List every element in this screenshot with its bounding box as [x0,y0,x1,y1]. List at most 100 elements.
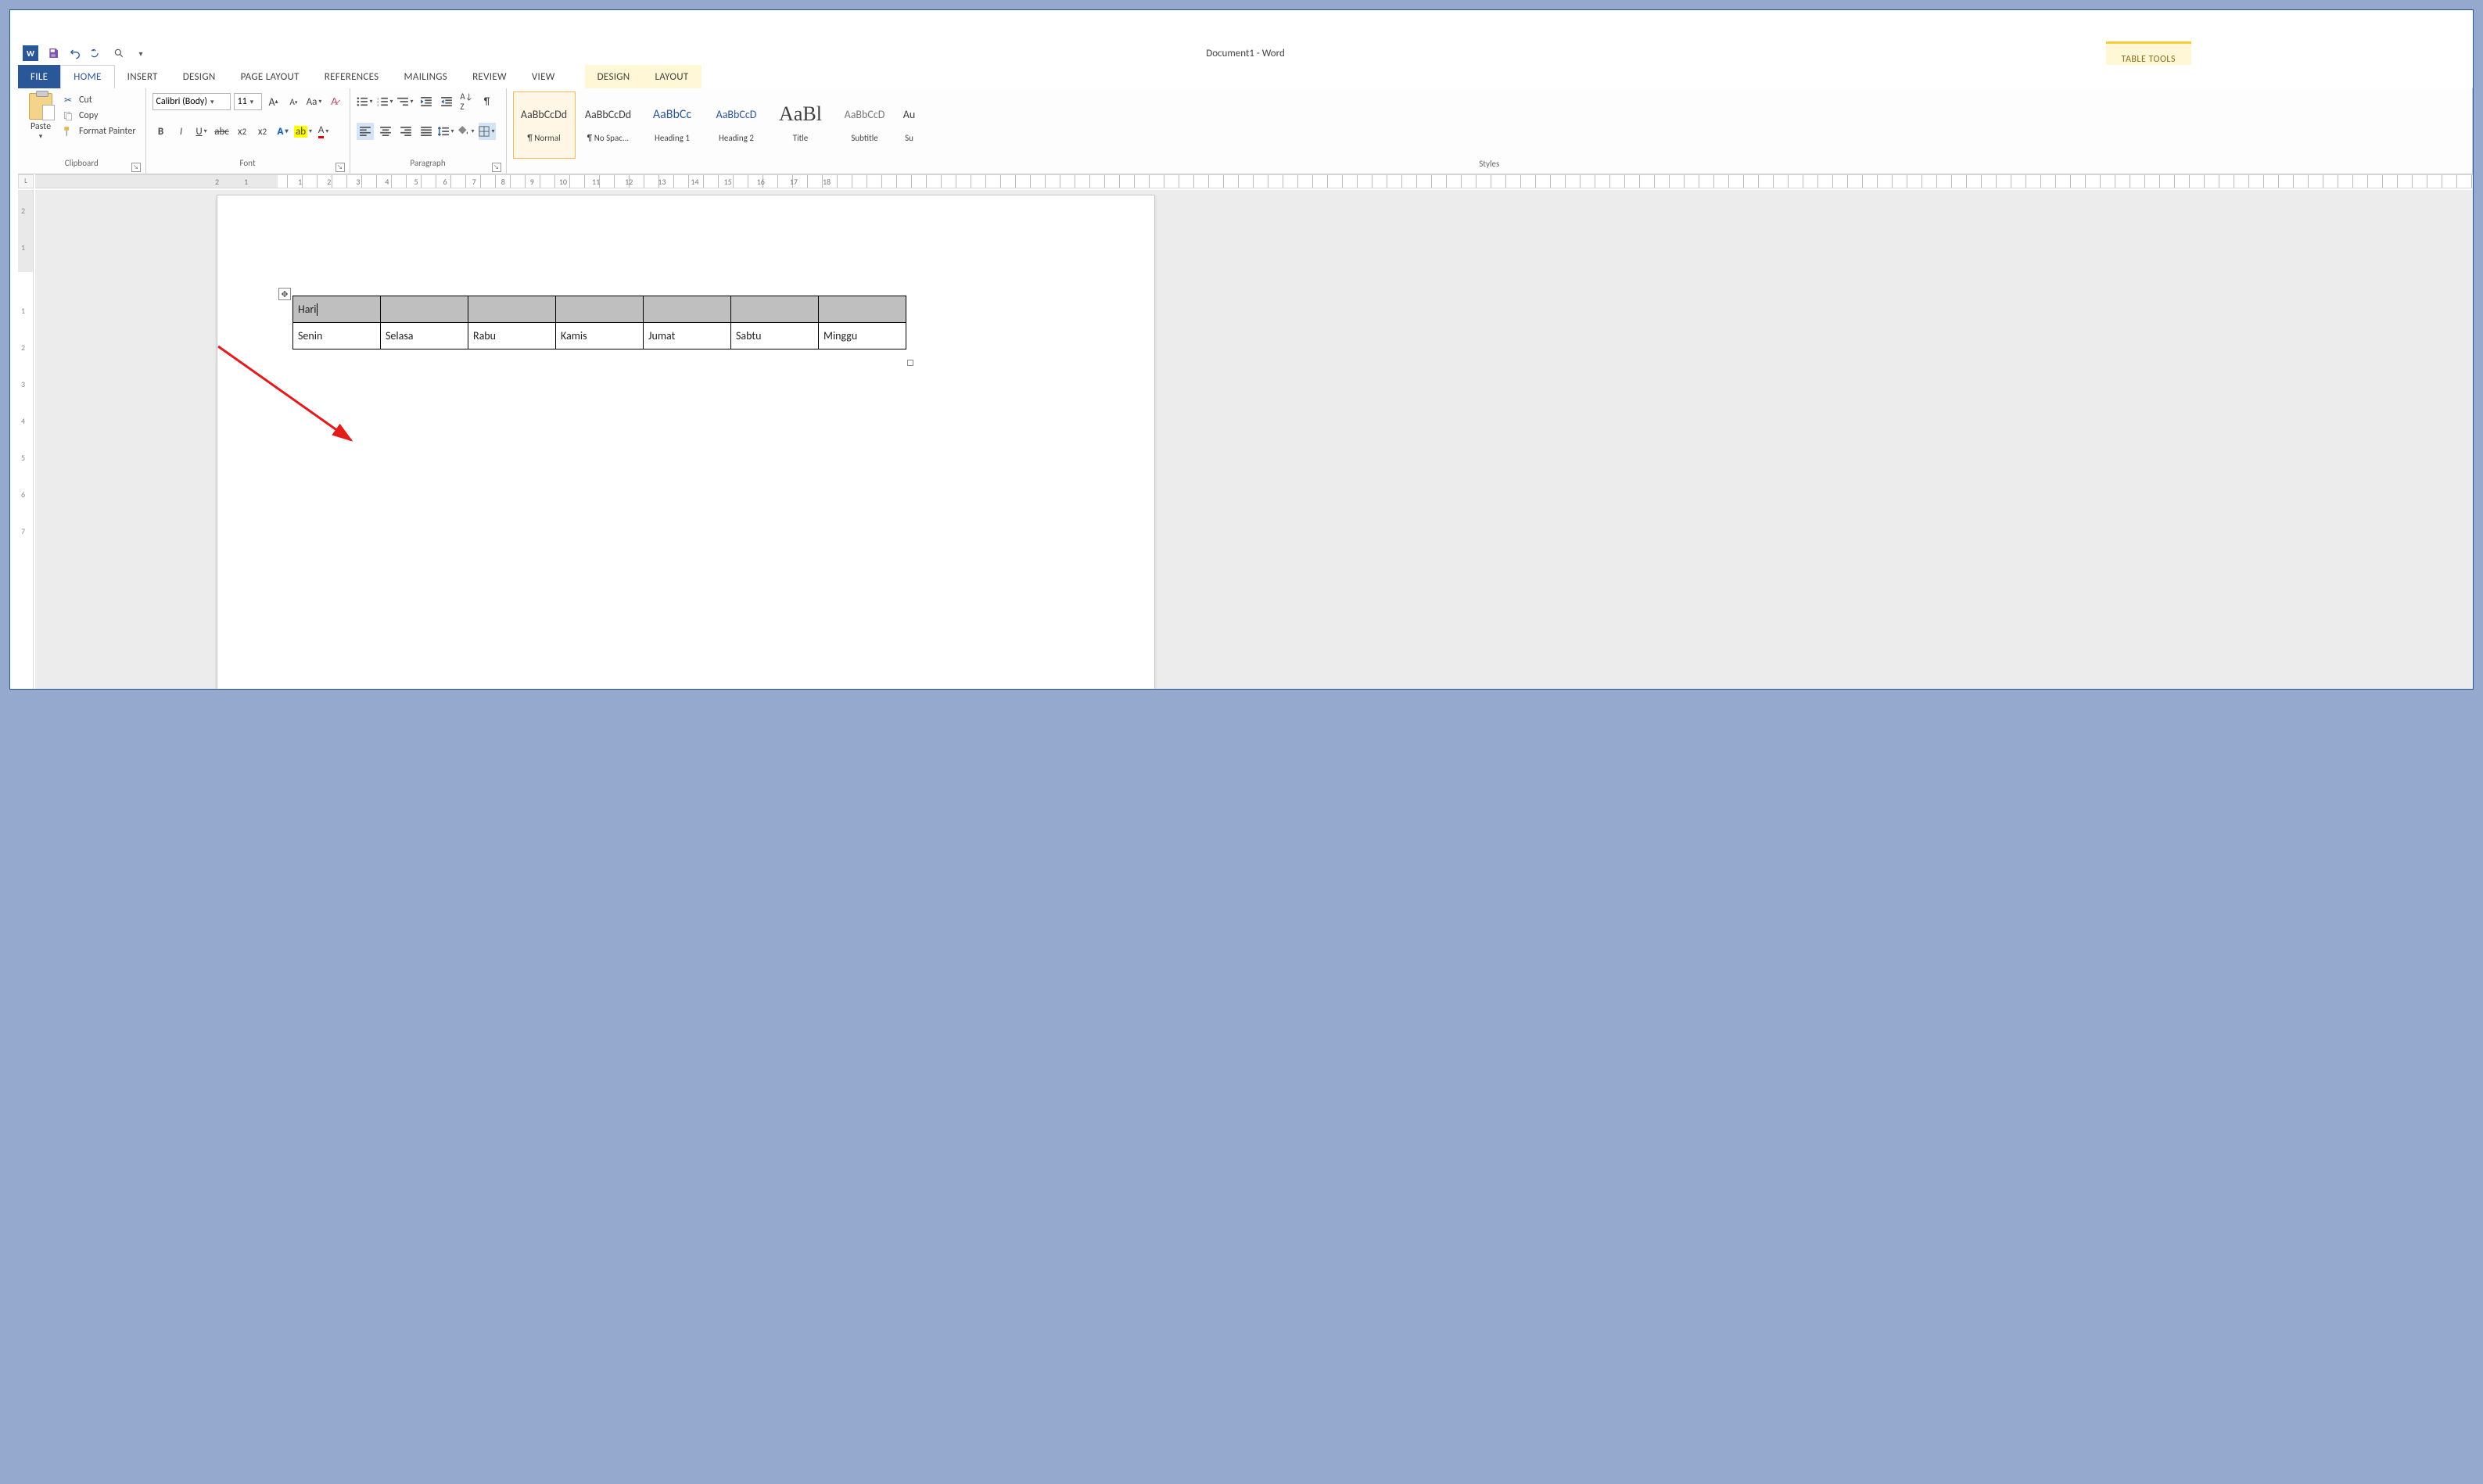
format-painter-button[interactable]: Format Painter [62,126,136,137]
table-row[interactable]: Senin Selasa Rabu Kamis Jumat Sabtu Ming… [293,323,906,349]
grow-font-button[interactable]: A▴ [265,93,282,110]
style-subtle[interactable]: Au Su [898,91,921,159]
document-area[interactable]: ✥ Hari Senin Selasa Rabu [35,190,2473,689]
group-styles: AaBbCcDd ¶ Normal AaBbCcDd ¶ No Spac... … [507,88,2474,174]
underline-button[interactable]: U [193,123,210,140]
font-group-label: Font [239,158,255,168]
paragraph-launcher-icon[interactable]: ↘ [492,163,501,172]
align-center-button[interactable] [377,123,394,140]
sort-button[interactable]: A↓Z [458,93,475,110]
numbering-button[interactable]: 123 [377,93,394,110]
table-cell[interactable]: Senin [293,323,381,349]
font-color-button[interactable]: A [315,123,332,140]
shading-button[interactable] [458,123,475,140]
tab-table-layout[interactable]: LAYOUT [643,65,701,88]
tab-page-layout[interactable]: PAGE LAYOUT [228,65,312,88]
subscript-button[interactable]: x2 [234,123,251,140]
strikethrough-button[interactable]: abc [213,123,231,140]
bold-button[interactable]: B [152,123,170,140]
style-heading-1[interactable]: AaBbCc Heading 1 [641,91,704,159]
tab-design[interactable]: DESIGN [170,65,228,88]
table-cell[interactable]: Sabtu [731,323,819,349]
table-tools-text: TABLE TOOLS [2122,54,2176,65]
tab-home[interactable]: HOME [60,65,114,88]
styles-gallery[interactable]: AaBbCcDd ¶ Normal AaBbCcDd ¶ No Spac... … [513,91,921,159]
format-painter-label: Format Painter [79,126,136,137]
show-marks-button[interactable]: ¶ [479,93,496,110]
copy-button[interactable]: Copy [62,110,136,121]
tab-references[interactable]: REFERENCES [312,65,392,88]
save-icon[interactable] [46,46,60,60]
increase-indent-button[interactable] [438,93,455,110]
clear-formatting-button[interactable]: A̷ [326,93,343,110]
change-case-button[interactable]: Aa [306,93,323,110]
qat-customize-icon[interactable]: ▾ [134,46,148,60]
line-spacing-button[interactable] [438,123,455,140]
shrink-font-button[interactable]: A▾ [285,93,303,110]
italic-button[interactable]: I [173,123,190,140]
style-sample: AaBl [773,95,828,133]
ruler-corner: L [18,174,34,188]
table-cell[interactable]: Minggu [819,323,906,349]
table-cell[interactable]: Rabu [468,323,556,349]
style-heading-2[interactable]: AaBbCcD Heading 2 [705,91,768,159]
font-family-combo[interactable]: Calibri (Body) ▾ [152,93,231,110]
table-row[interactable]: Hari [293,296,906,323]
table-cell[interactable] [556,296,644,323]
align-right-button[interactable] [397,123,414,140]
horizontal-ruler[interactable]: 21 123 456 789 101112 131415 161718 [35,174,2473,188]
table-cell[interactable] [644,296,731,323]
table-cell[interactable] [381,296,468,323]
page[interactable]: ✥ Hari Senin Selasa Rabu [217,195,1155,689]
text-cursor [317,303,318,316]
style-no-spacing[interactable]: AaBbCcDd ¶ No Spac... [577,91,640,159]
tab-review[interactable]: REVIEW [460,65,519,88]
style-title[interactable]: AaBl Title [770,91,832,159]
word-app-icon[interactable]: W [23,45,38,61]
font-size-combo[interactable]: 11 ▾ [234,93,262,110]
table-move-handle-icon[interactable]: ✥ [278,288,291,300]
touch-mode-icon[interactable] [112,46,126,60]
decrease-indent-button[interactable] [418,93,435,110]
tab-mailings[interactable]: MAILINGS [391,65,460,88]
font-launcher-icon[interactable]: ↘ [335,163,345,172]
justify-button[interactable] [418,123,435,140]
paste-button[interactable]: Paste ▾ [24,91,57,141]
multilevel-list-button[interactable] [397,93,414,110]
tab-insert[interactable]: INSERT [115,65,170,88]
cut-button[interactable]: ✂ Cut [62,95,136,106]
quick-access-toolbar: W ▾ [18,45,148,61]
redo-icon[interactable] [90,46,104,60]
superscript-button[interactable]: x2 [254,123,271,140]
table-cell[interactable] [819,296,906,323]
table-cell[interactable]: Kamis [556,323,644,349]
table-cell[interactable]: Selasa [381,323,468,349]
copy-icon [62,110,74,121]
text-effects-button[interactable]: A [274,123,292,140]
table-cell[interactable] [468,296,556,323]
clipboard-launcher-icon[interactable]: ↘ [131,163,141,172]
table-cell[interactable] [731,296,819,323]
bullets-button[interactable] [357,93,374,110]
tab-file[interactable]: FILE [18,65,60,88]
style-subtitle[interactable]: AaBbCcD Subtitle [834,91,896,159]
table-resize-handle-icon[interactable] [907,360,913,366]
document-table[interactable]: Hari Senin Selasa Rabu Kamis Jumat [292,296,906,349]
table-cell[interactable]: Jumat [644,323,731,349]
undo-icon[interactable] [68,46,82,60]
font-family-value: Calibri (Body) [156,96,207,107]
paste-label: Paste [24,121,57,132]
borders-button[interactable] [479,123,496,140]
highlight-button[interactable]: ab [295,123,312,140]
table-cell[interactable]: Hari [293,296,381,323]
vertical-ruler[interactable]: 21 123 456 7 [18,190,34,689]
chevron-down-icon: ▾ [250,98,254,106]
title-bar: W ▾ Document1 - Word TABLE TOOLS [18,41,2473,65]
tab-view[interactable]: VIEW [519,65,568,88]
tab-table-design[interactable]: DESIGN [585,65,643,88]
paragraph-group-label: Paragraph [410,158,445,168]
style-normal[interactable]: AaBbCcDd ¶ Normal [513,91,576,159]
group-clipboard: Paste ▾ ✂ Cut Copy [18,88,146,174]
align-left-button[interactable] [357,123,374,140]
table-tools-context-label: TABLE TOOLS [2106,41,2191,65]
